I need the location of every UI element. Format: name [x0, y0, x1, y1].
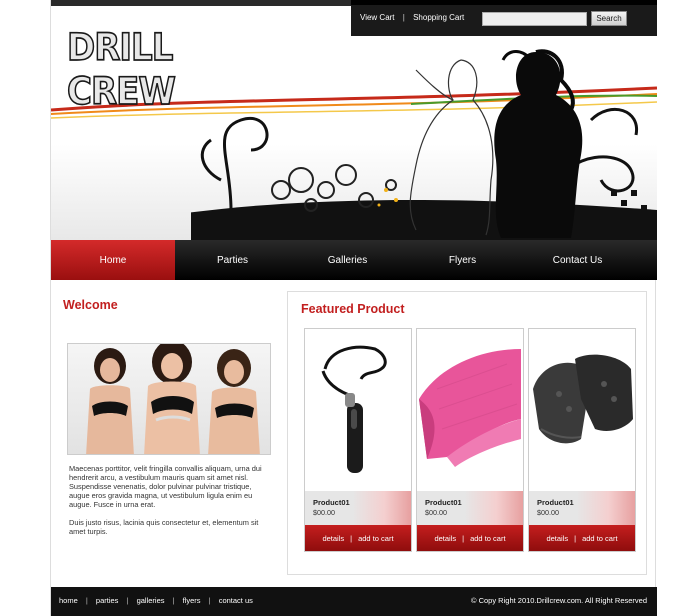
product-actions: details | add to cart — [529, 525, 635, 551]
main-nav: Home Parties Galleries Flyers Contact Us — [51, 240, 657, 280]
product-price: $00.00 — [537, 508, 559, 517]
product-card: Product01 $00.00 details | add to cart — [416, 328, 524, 552]
actions-separator: | — [574, 533, 577, 543]
view-cart-link[interactable]: View Cart — [360, 13, 395, 22]
product-info: Product01 $00.00 — [305, 491, 411, 525]
gloves-icon[interactable] — [529, 329, 635, 489]
nav-item-galleries[interactable]: Galleries — [290, 240, 405, 280]
page-container: DRILL CREW View Cart | Shopping Cart Sea… — [50, 0, 657, 616]
logo-text: DRILL CREW — [66, 25, 176, 115]
nav-item-flyers[interactable]: Flyers — [405, 240, 520, 280]
add-to-cart-link[interactable]: add to cart — [582, 534, 617, 543]
product-price: $00.00 — [425, 508, 447, 517]
product-card: Product01 $00.00 details | add to cart — [528, 328, 636, 552]
welcome-heading: Welcome — [63, 298, 118, 312]
featured-heading: Featured Product — [301, 302, 405, 316]
add-to-cart-link[interactable]: add to cart — [470, 534, 505, 543]
search-input[interactable] — [482, 12, 587, 26]
welcome-paragraph-1: Maecenas porttitor, velit fringilla conv… — [69, 464, 262, 509]
pink-towel-icon[interactable] — [417, 329, 523, 489]
models-photo — [67, 343, 271, 455]
product-name: Product01 — [313, 498, 350, 507]
top-strip — [51, 0, 351, 6]
product-actions: details | add to cart — [305, 525, 411, 551]
models-photo-graphic — [86, 344, 260, 454]
dancers-illustration — [191, 49, 657, 240]
product-info: Product01 $00.00 — [417, 491, 523, 525]
footer-link-galleries[interactable]: galleries — [137, 596, 165, 605]
footer-link-flyers[interactable]: flyers — [183, 596, 201, 605]
nav-item-home[interactable]: Home — [51, 240, 175, 280]
footer-link-home[interactable]: home — [59, 596, 78, 605]
details-link[interactable]: details — [322, 534, 344, 543]
whistle-icon[interactable] — [305, 329, 411, 489]
nav-item-contact-us[interactable]: Contact Us — [520, 240, 635, 280]
product-name: Product01 — [425, 498, 462, 507]
footer: home | parties | galleries | flyers | co… — [51, 587, 657, 616]
top-links-separator: | — [402, 13, 405, 22]
welcome-text: Maecenas porttitor, velit fringilla conv… — [69, 464, 269, 536]
actions-separator: | — [350, 533, 353, 543]
product-info: Product01 $00.00 — [529, 491, 635, 525]
footer-separator: | — [126, 596, 129, 605]
welcome-paragraph-2: Duis justo risus, lacinia quis consectet… — [69, 518, 259, 536]
search-button[interactable]: Search — [591, 11, 627, 26]
add-to-cart-link[interactable]: add to cart — [358, 534, 393, 543]
copyright: © Copy Right 2010.Drillcrew.com. All Rig… — [470, 596, 647, 605]
footer-link-contact-us[interactable]: contact us — [219, 596, 253, 605]
footer-links: home | parties | galleries | flyers | co… — [59, 596, 253, 605]
footer-separator: | — [85, 596, 88, 605]
product-card: Product01 $00.00 details | add to cart — [304, 328, 412, 552]
header: DRILL CREW View Cart | Shopping Cart Sea… — [51, 0, 657, 240]
nav-item-parties[interactable]: Parties — [175, 240, 290, 280]
featured-products-panel: Featured Product Product01 $00.00 detail… — [287, 291, 647, 575]
product-name: Product01 — [537, 498, 574, 507]
footer-link-parties[interactable]: parties — [96, 596, 119, 605]
logo[interactable]: DRILL CREW — [66, 25, 247, 115]
shopping-cart-link[interactable]: Shopping Cart — [413, 13, 464, 22]
footer-separator: | — [208, 596, 211, 605]
details-link[interactable]: details — [434, 534, 456, 543]
footer-separator: | — [172, 596, 175, 605]
details-link[interactable]: details — [546, 534, 568, 543]
top-bar: View Cart | Shopping Cart Search — [351, 0, 657, 36]
product-price: $00.00 — [313, 508, 335, 517]
actions-separator: | — [462, 533, 465, 543]
product-actions: details | add to cart — [417, 525, 523, 551]
cart-links: View Cart | Shopping Cart — [360, 13, 464, 22]
